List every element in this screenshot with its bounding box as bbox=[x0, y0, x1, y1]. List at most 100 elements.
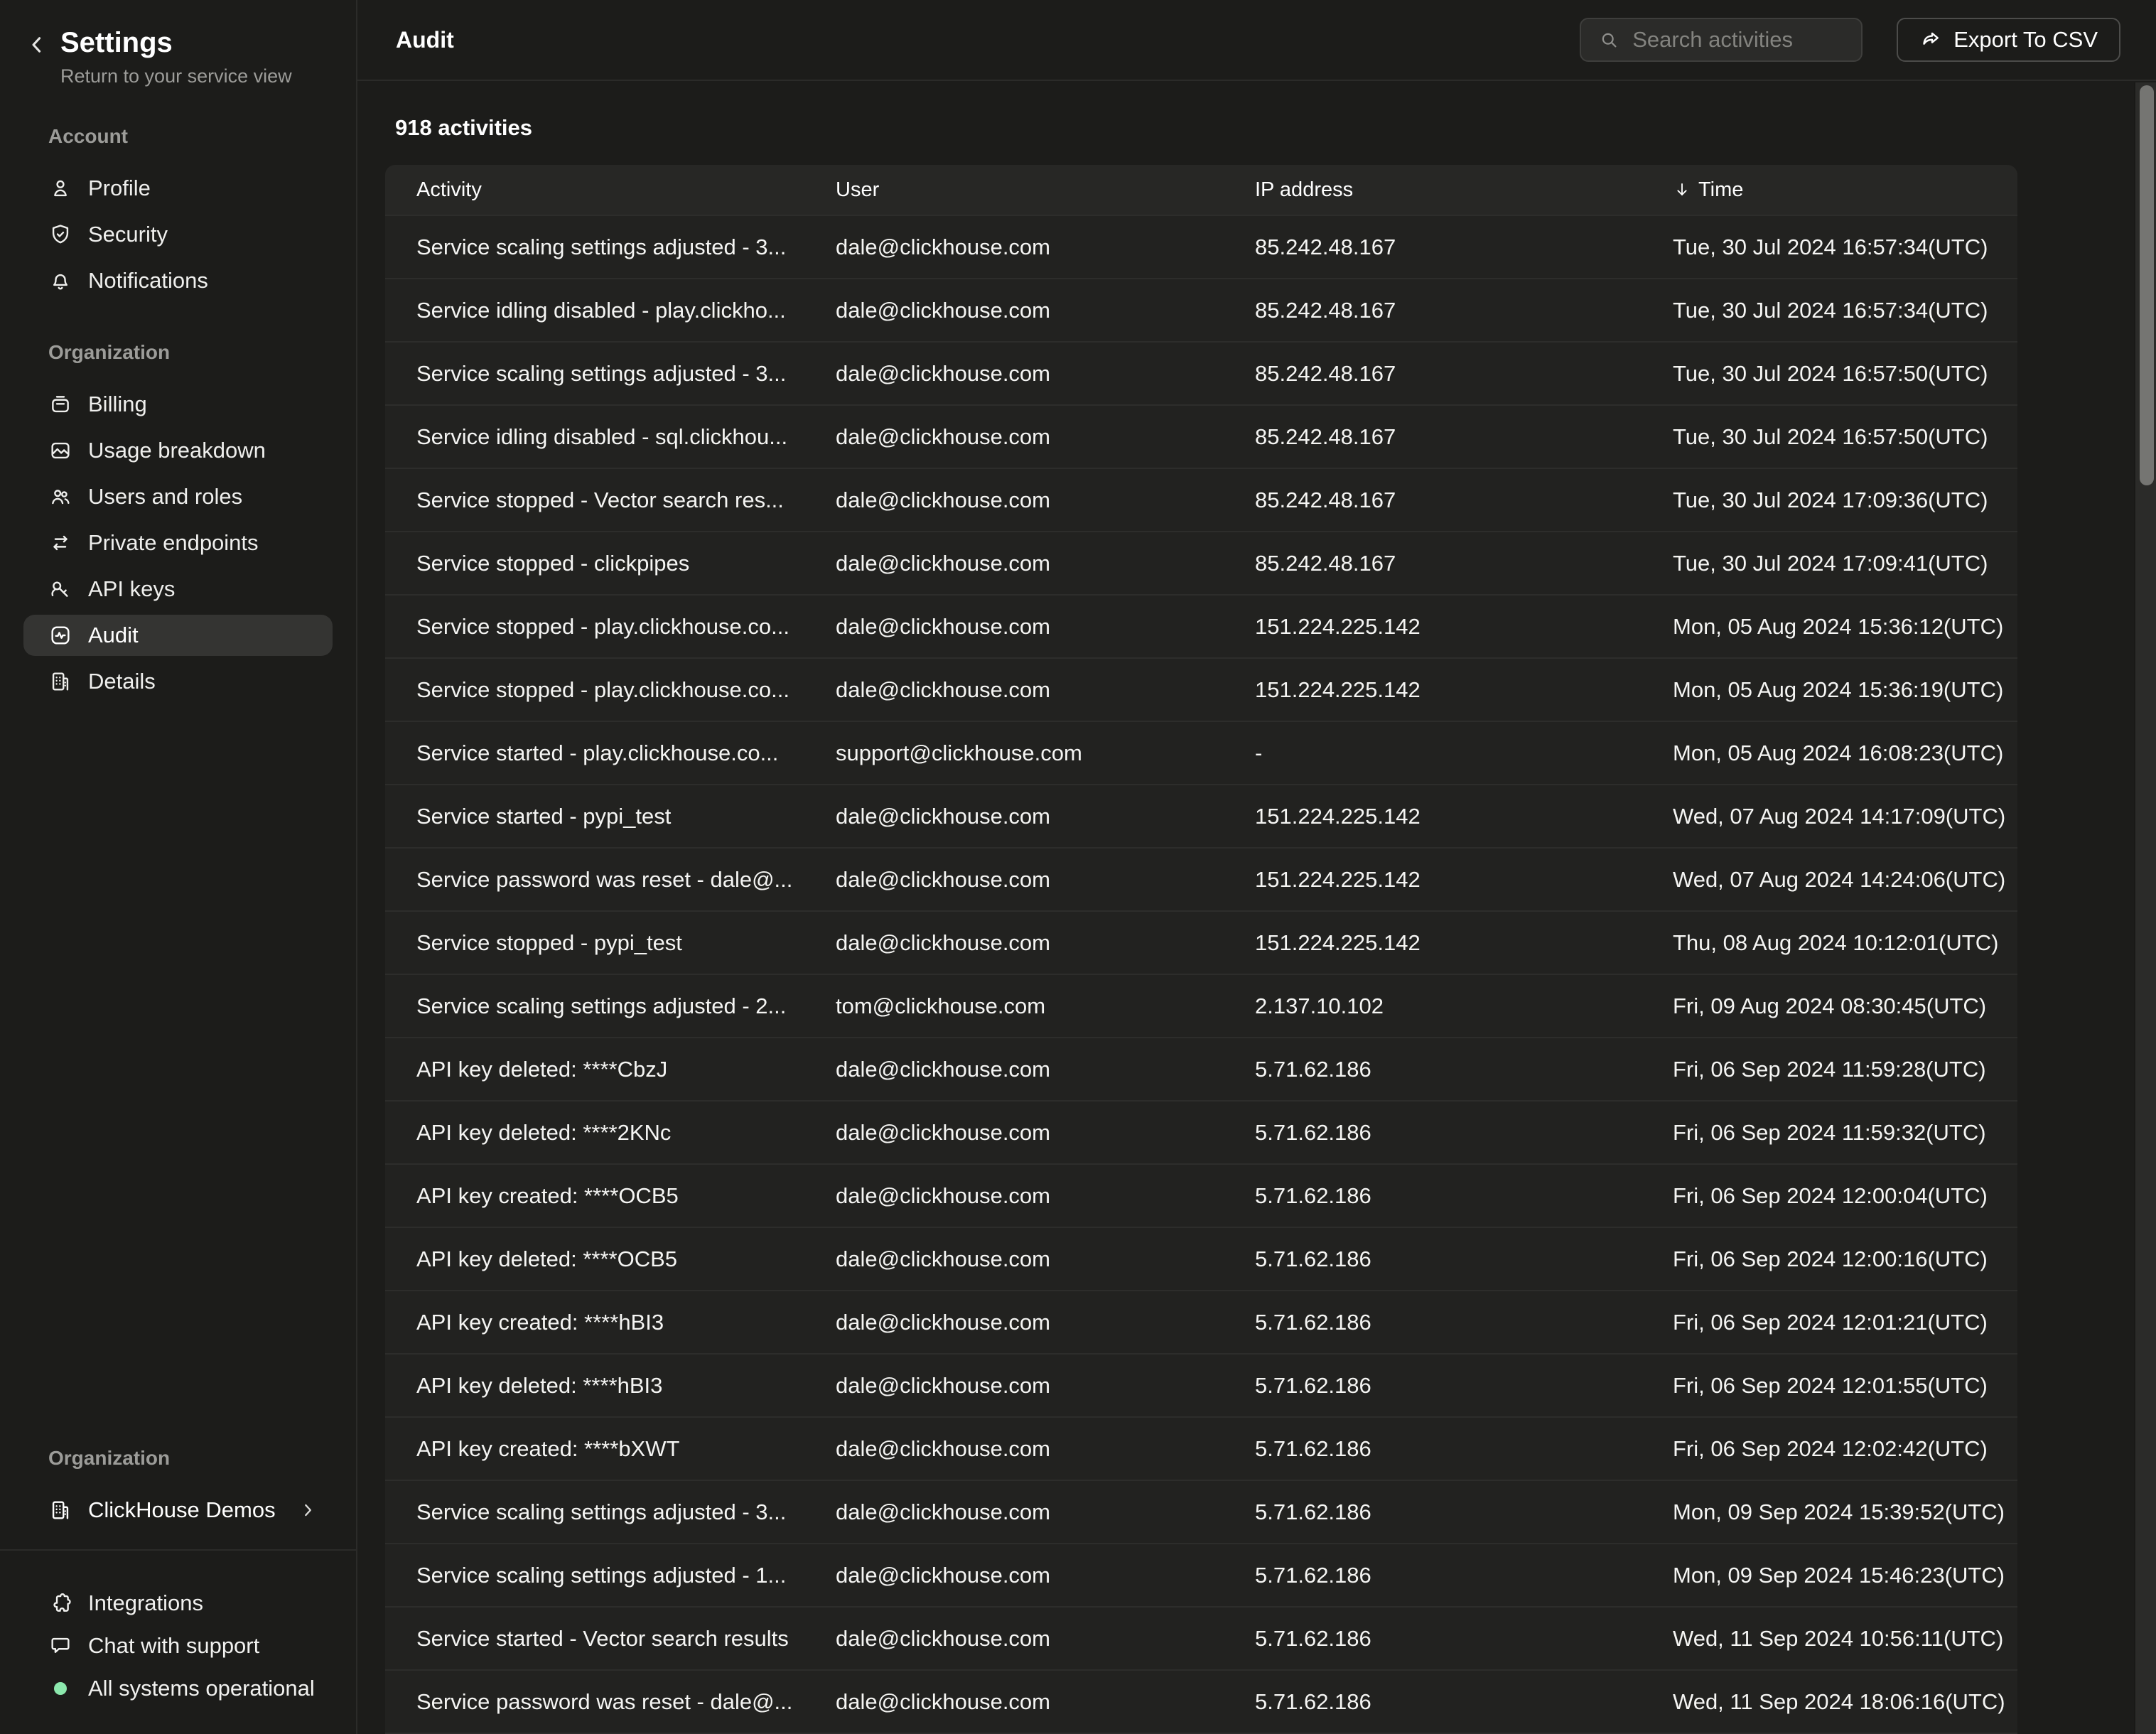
sidebar-item-users-and-roles[interactable]: Users and roles bbox=[23, 476, 333, 517]
time-cell: Fri, 06 Sep 2024 12:00:04(UTC) bbox=[1673, 1183, 2017, 1209]
sidebar-item-notifications[interactable]: Notifications bbox=[23, 260, 333, 301]
table-row: Service stopped - play.clickhouse.co...d… bbox=[385, 657, 2017, 721]
ip-cell: 151.224.225.142 bbox=[1255, 867, 1673, 893]
activity-cell: API key created: ****bXWT bbox=[416, 1436, 836, 1462]
puzzle-icon bbox=[48, 1591, 72, 1615]
sidebar-item-label: Notifications bbox=[88, 268, 208, 294]
scrollbar-track bbox=[2134, 82, 2156, 1734]
user-cell: dale@clickhouse.com bbox=[836, 804, 1255, 829]
user-cell: dale@clickhouse.com bbox=[836, 488, 1255, 513]
column-header-activity[interactable]: Activity bbox=[416, 178, 836, 202]
settings-sidebar: Settings Return to your service view Acc… bbox=[0, 0, 357, 1734]
sidebar-item-label: Users and roles bbox=[88, 484, 242, 510]
table-row: Service password was reset - dale@...dal… bbox=[385, 847, 2017, 910]
org-switcher-block: Organization ClickHouse Demos bbox=[0, 1447, 356, 1531]
user-cell: dale@clickhouse.com bbox=[836, 1626, 1255, 1652]
status-dot-icon bbox=[54, 1682, 67, 1695]
ip-cell: 5.71.62.186 bbox=[1255, 1689, 1673, 1715]
footer-item-label: Chat with support bbox=[88, 1633, 259, 1659]
ip-cell: 5.71.62.186 bbox=[1255, 1183, 1673, 1209]
sidebar-item-profile[interactable]: Profile bbox=[23, 168, 333, 209]
time-cell: Tue, 30 Jul 2024 17:09:41(UTC) bbox=[1673, 551, 2017, 576]
export-csv-label: Export To CSV bbox=[1953, 27, 2098, 53]
user-cell: tom@clickhouse.com bbox=[836, 993, 1255, 1019]
user-cell: dale@clickhouse.com bbox=[836, 677, 1255, 703]
sidebar-nav: AccountProfileSecurityNotificationsOrgan… bbox=[0, 125, 356, 707]
chevron-left-icon bbox=[25, 33, 49, 57]
ip-cell: 85.242.48.167 bbox=[1255, 551, 1673, 576]
sidebar-item-label: Audit bbox=[88, 623, 139, 648]
sidebar-item-integrations[interactable]: Integrations bbox=[23, 1582, 333, 1625]
user-cell: dale@clickhouse.com bbox=[836, 1436, 1255, 1462]
table-row: Service started - play.clickhouse.co...s… bbox=[385, 721, 2017, 784]
sidebar-footer: Integrations Chat with support All syste… bbox=[0, 1551, 356, 1734]
sidebar-item-audit[interactable]: Audit bbox=[23, 615, 333, 656]
back-button[interactable] bbox=[25, 33, 49, 60]
activity-cell: Service stopped - Vector search res... bbox=[416, 488, 836, 513]
export-arrow-icon bbox=[1919, 28, 1942, 51]
system-status[interactable]: All systems operational bbox=[23, 1667, 333, 1710]
sidebar-item-label: Billing bbox=[88, 392, 147, 417]
table-row: API key deleted: ****2KNcdale@clickhouse… bbox=[385, 1100, 2017, 1163]
ip-cell: 5.71.62.186 bbox=[1255, 1436, 1673, 1462]
sidebar-item-label: Details bbox=[88, 669, 156, 694]
ip-cell: 151.224.225.142 bbox=[1255, 614, 1673, 640]
activity-cell: Service idling disabled - play.clickho..… bbox=[416, 298, 836, 323]
activity-cell: Service password was reset - dale@... bbox=[416, 1689, 836, 1715]
time-cell: Mon, 05 Aug 2024 15:36:12(UTC) bbox=[1673, 614, 2017, 640]
ip-cell: 5.71.62.186 bbox=[1255, 1120, 1673, 1146]
organization-section-label: Organization bbox=[48, 1447, 333, 1470]
user-cell: dale@clickhouse.com bbox=[836, 235, 1255, 260]
column-header-ip[interactable]: IP address bbox=[1255, 178, 1673, 202]
activity-cell: Service scaling settings adjusted - 3... bbox=[416, 361, 836, 387]
ip-cell: 85.242.48.167 bbox=[1255, 361, 1673, 387]
table-row: API key deleted: ****hBI3dale@clickhouse… bbox=[385, 1353, 2017, 1416]
time-cell: Wed, 11 Sep 2024 18:06:16(UTC) bbox=[1673, 1689, 2017, 1715]
user-cell: dale@clickhouse.com bbox=[836, 1057, 1255, 1082]
sidebar-item-security[interactable]: Security bbox=[23, 214, 333, 255]
sidebar-title-block: Settings Return to your service view bbox=[60, 26, 292, 88]
activity-cell: Service stopped - play.clickhouse.co... bbox=[416, 614, 836, 640]
footer-item-label: Integrations bbox=[88, 1590, 203, 1616]
scrollbar-thumb[interactable] bbox=[2140, 85, 2154, 485]
status-label: All systems operational bbox=[88, 1676, 315, 1701]
sidebar-item-private-endpoints[interactable]: Private endpoints bbox=[23, 522, 333, 564]
sidebar-bottom: Organization ClickHouse Demos bbox=[0, 1447, 356, 1734]
user-cell: dale@clickhouse.com bbox=[836, 614, 1255, 640]
table-header-row: Activity User IP address Time bbox=[385, 165, 2017, 215]
column-header-time-label: Time bbox=[1698, 178, 1743, 202]
ip-cell: 85.242.48.167 bbox=[1255, 488, 1673, 513]
chat-bubble-icon bbox=[48, 1634, 72, 1658]
table-row: Service started - Vector search resultsd… bbox=[385, 1606, 2017, 1669]
activity-cell: Service scaling settings adjusted - 2... bbox=[416, 993, 836, 1019]
sidebar-item-api-keys[interactable]: API keys bbox=[23, 569, 333, 610]
sidebar-item-label: Profile bbox=[88, 176, 151, 201]
time-cell: Tue, 30 Jul 2024 16:57:34(UTC) bbox=[1673, 298, 2017, 323]
time-cell: Thu, 08 Aug 2024 10:12:01(UTC) bbox=[1673, 930, 2017, 956]
sidebar-item-usage-breakdown[interactable]: Usage breakdown bbox=[23, 430, 333, 471]
time-cell: Mon, 09 Sep 2024 15:46:23(UTC) bbox=[1673, 1563, 2017, 1588]
activity-cell: Service scaling settings adjusted - 1... bbox=[416, 1563, 836, 1588]
org-switcher[interactable]: ClickHouse Demos bbox=[23, 1490, 333, 1531]
ip-cell: 151.224.225.142 bbox=[1255, 677, 1673, 703]
user-cell: dale@clickhouse.com bbox=[836, 1246, 1255, 1272]
search-input[interactable] bbox=[1632, 27, 1847, 53]
return-to-service-link[interactable]: Return to your service view bbox=[60, 64, 292, 88]
sidebar-item-details[interactable]: Details bbox=[23, 661, 333, 702]
table-row: API key created: ****bXWTdale@clickhouse… bbox=[385, 1416, 2017, 1480]
sidebar-item-label: Usage breakdown bbox=[88, 438, 266, 463]
column-header-time[interactable]: Time bbox=[1673, 178, 2017, 202]
activity-cell: API key deleted: ****2KNc bbox=[416, 1120, 836, 1146]
activity-cell: Service scaling settings adjusted - 3... bbox=[416, 235, 836, 260]
sidebar-item-billing[interactable]: Billing bbox=[23, 384, 333, 425]
table-row: Service stopped - pypi_testdale@clickhou… bbox=[385, 910, 2017, 974]
export-csv-button[interactable]: Export To CSV bbox=[1897, 18, 2120, 62]
time-cell: Fri, 09 Aug 2024 08:30:45(UTC) bbox=[1673, 993, 2017, 1019]
nav-section-label: Organization bbox=[48, 341, 333, 364]
activity-cell: Service idling disabled - sql.clickhou..… bbox=[416, 424, 836, 450]
sidebar-header: Settings Return to your service view bbox=[0, 0, 356, 88]
column-header-user[interactable]: User bbox=[836, 178, 1255, 202]
sidebar-item-chat-support[interactable]: Chat with support bbox=[23, 1625, 333, 1667]
activity-cell: API key deleted: ****CbzJ bbox=[416, 1057, 836, 1082]
org-switcher-label: ClickHouse Demos bbox=[88, 1497, 276, 1523]
